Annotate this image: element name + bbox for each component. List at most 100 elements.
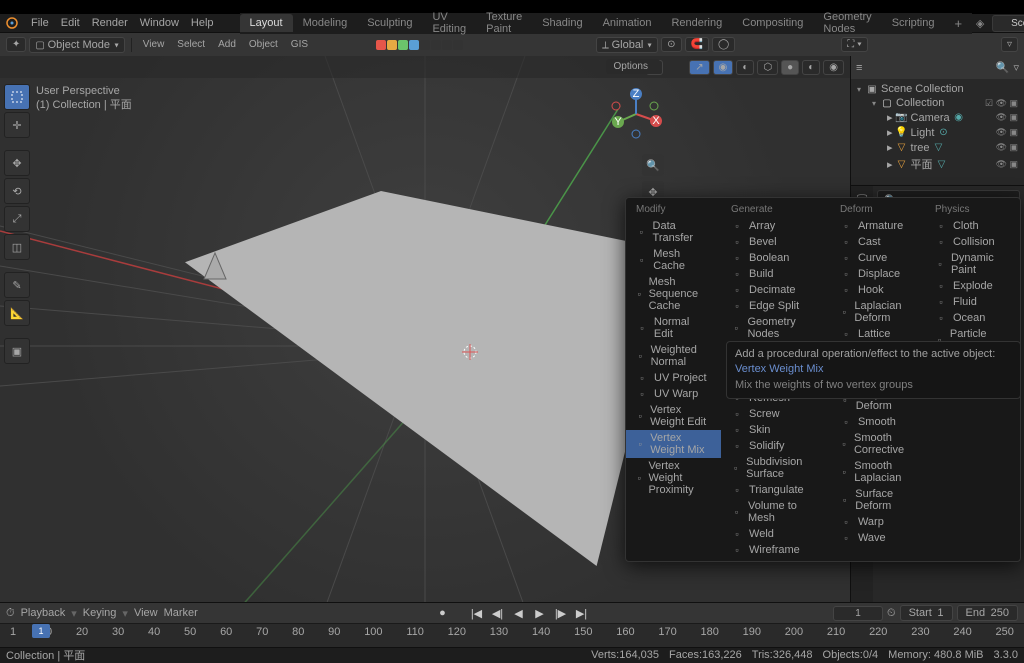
- modifier-item[interactable]: ▫Skin: [721, 422, 830, 438]
- menu-gis[interactable]: GIS: [286, 38, 313, 51]
- outliner-filter-icon[interactable]: ▿: [1013, 61, 1019, 74]
- menu-select[interactable]: Select: [172, 38, 210, 51]
- auto-key-toggle[interactable]: ●: [434, 605, 452, 621]
- modifier-item[interactable]: ▫Fluid: [925, 294, 1020, 310]
- modifier-item[interactable]: ▫Bevel: [721, 234, 830, 250]
- tab-uv-editing[interactable]: UV Editing: [422, 8, 476, 38]
- tab-compositing[interactable]: Compositing: [732, 14, 813, 32]
- modifier-item[interactable]: ▫Laplacian Deform: [830, 298, 925, 326]
- jump-start[interactable]: |◀: [468, 605, 486, 621]
- modifier-item[interactable]: ▫Smooth Corrective: [830, 430, 925, 458]
- modifier-item[interactable]: ▫Vertex Weight Edit: [626, 402, 721, 430]
- editor-type-button[interactable]: ✦: [6, 37, 26, 52]
- tab-animation[interactable]: Animation: [593, 14, 662, 32]
- snap-button[interactable]: 🧲: [685, 37, 709, 52]
- modifier-item[interactable]: ▫Volume to Mesh: [721, 498, 830, 526]
- overlay-dropdown[interactable]: ⛶ ▾: [841, 37, 868, 52]
- shading-solid[interactable]: ●: [781, 60, 799, 75]
- modifier-item[interactable]: ▫Ocean: [925, 310, 1020, 326]
- modifier-item[interactable]: ▫Triangulate: [721, 482, 830, 498]
- modifier-item[interactable]: ▫Weld: [721, 526, 830, 542]
- modifier-item[interactable]: ▫Hook: [830, 282, 925, 298]
- timeline-playback[interactable]: Playback: [21, 607, 66, 619]
- nav-gizmo[interactable]: X Y Z: [608, 86, 664, 142]
- start-frame[interactable]: Start 1: [900, 605, 953, 621]
- outliner-search-icon[interactable]: 🔍: [996, 61, 1010, 74]
- modifier-item[interactable]: ▫Mesh Cache: [626, 246, 721, 274]
- modifier-item[interactable]: ▫Displace: [830, 266, 925, 282]
- menu-object[interactable]: Object: [244, 38, 283, 51]
- modifier-item[interactable]: ▫Wave: [830, 530, 925, 546]
- tab-sculpting[interactable]: Sculpting: [357, 14, 422, 32]
- modifier-item[interactable]: ▫Warp: [830, 514, 925, 530]
- menu-file[interactable]: File: [25, 15, 55, 31]
- modifier-item[interactable]: ▫Smooth Laplacian: [830, 458, 925, 486]
- tab-geometry-nodes[interactable]: Geometry Nodes: [813, 8, 881, 38]
- tool-annotate[interactable]: ✎: [4, 272, 30, 298]
- tool-select-box[interactable]: [4, 84, 30, 110]
- shading-material[interactable]: ◐: [802, 60, 820, 75]
- menu-add[interactable]: Add: [213, 38, 241, 51]
- play-reverse[interactable]: ◀: [510, 605, 528, 621]
- gizmo-toggle[interactable]: ↗: [689, 60, 709, 75]
- timeline-marker[interactable]: Marker: [164, 607, 198, 619]
- jump-end[interactable]: ▶|: [573, 605, 591, 621]
- tree-light[interactable]: ▸💡Light⊙👁 ▣: [855, 125, 1020, 140]
- timeline-view[interactable]: View: [134, 607, 158, 619]
- menu-help[interactable]: Help: [185, 15, 220, 31]
- modifier-item[interactable]: ▫Armature: [830, 218, 925, 234]
- modifier-item[interactable]: ▫Vertex Weight Proximity: [626, 458, 721, 498]
- modifier-item[interactable]: ▫Subdivision Surface: [721, 454, 830, 482]
- modifier-item[interactable]: ▫Dynamic Paint: [925, 250, 1020, 278]
- tab-modeling[interactable]: Modeling: [293, 14, 358, 32]
- modifier-item[interactable]: ▫Smooth: [830, 414, 925, 430]
- menu-render[interactable]: Render: [86, 15, 134, 31]
- xray-toggle[interactable]: ◐: [736, 60, 754, 75]
- tree-scene-collection[interactable]: ▣Scene Collection: [855, 82, 1020, 96]
- modifier-item[interactable]: ▫Array: [721, 218, 830, 234]
- modifier-item[interactable]: ▫Boolean: [721, 250, 830, 266]
- tool-add-cube[interactable]: ▣: [4, 338, 30, 364]
- modifier-item[interactable]: ▫Edge Split: [721, 298, 830, 314]
- keyframe-next[interactable]: |▶: [552, 605, 570, 621]
- modifier-item[interactable]: ▫UV Project: [626, 370, 721, 386]
- modifier-item[interactable]: ▫UV Warp: [626, 386, 721, 402]
- overlay-toggle[interactable]: ◉: [713, 60, 734, 75]
- menu-window[interactable]: Window: [134, 15, 185, 31]
- tree-plane-obj[interactable]: ▸▽平面▽👁 ▣: [855, 155, 1020, 173]
- modifier-item[interactable]: ▫Cloth: [925, 218, 1020, 234]
- modifier-item[interactable]: ▫Solidify: [721, 438, 830, 454]
- tab-texture-paint[interactable]: Texture Paint: [476, 8, 532, 38]
- timeline-keying[interactable]: Keying: [83, 607, 117, 619]
- modifier-item[interactable]: ▫Curve: [830, 250, 925, 266]
- filter-button[interactable]: ▿: [1001, 37, 1018, 52]
- modifier-item[interactable]: ▫Screw: [721, 406, 830, 422]
- modifier-item[interactable]: ▫Mesh Sequence Cache: [626, 274, 721, 314]
- keyframe-prev[interactable]: ◀|: [489, 605, 507, 621]
- menu-view[interactable]: View: [138, 38, 170, 51]
- tree-tree-obj[interactable]: ▸▽tree▽👁 ▣: [855, 140, 1020, 155]
- tab-shading[interactable]: Shading: [532, 14, 592, 32]
- tree-collection[interactable]: ▢Collection☑ 👁 ▣: [855, 96, 1020, 110]
- modifier-item[interactable]: ▫Wireframe: [721, 542, 830, 558]
- modifier-item[interactable]: ▫Explode: [925, 278, 1020, 294]
- orientation-select[interactable]: ⟂ Global: [596, 37, 658, 53]
- proportional-button[interactable]: ◯: [712, 37, 735, 52]
- modifier-item[interactable]: ▫Weighted Normal: [626, 342, 721, 370]
- modifier-item[interactable]: ▫Geometry Nodes: [721, 314, 830, 342]
- shading-rendered[interactable]: ◉: [823, 60, 844, 75]
- end-frame[interactable]: End 250: [957, 605, 1019, 621]
- modifier-item[interactable]: ▫Lattice: [830, 326, 925, 342]
- menu-edit[interactable]: Edit: [55, 15, 86, 31]
- tab-add[interactable]: +: [944, 13, 972, 34]
- modifier-item[interactable]: ▫Build: [721, 266, 830, 282]
- modifier-item[interactable]: ▫Cast: [830, 234, 925, 250]
- tab-layout[interactable]: Layout: [240, 14, 293, 32]
- tool-transform[interactable]: ◫: [4, 234, 30, 260]
- modifier-item[interactable]: ▫Vertex Weight Mix: [626, 430, 721, 458]
- scene-field[interactable]: Scene: [992, 15, 1024, 32]
- tree-camera[interactable]: ▸📷Camera◉👁 ▣: [855, 110, 1020, 125]
- snap-tools[interactable]: [376, 40, 463, 50]
- timeline-track[interactable]: 1102030405060708090100110120130140150160…: [0, 623, 1024, 647]
- modifier-item[interactable]: ▫Data Transfer: [626, 218, 721, 246]
